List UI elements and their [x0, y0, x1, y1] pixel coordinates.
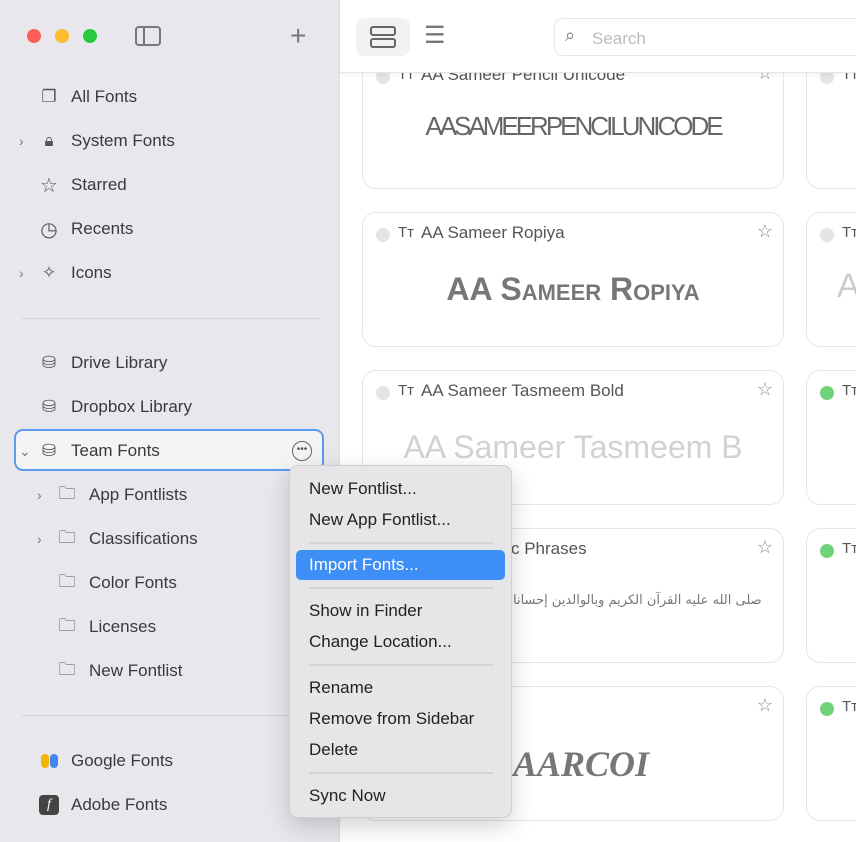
sidebar-item-team-fonts[interactable]: ⌄ ⛁ Team Fonts ••• [0, 433, 340, 469]
sidebar-item-recents[interactable]: ◷ Recents [0, 211, 340, 247]
close-window-button[interactable] [27, 29, 41, 43]
search-icon: ⌕ [565, 25, 576, 45]
menu-separator [309, 772, 493, 774]
lock-icon: 🔒︎ [44, 131, 54, 150]
folder-icon: 🗀 [58, 615, 76, 635]
menu-item-new-app-fontlist[interactable]: New App Fontlist... [296, 505, 505, 535]
divider [22, 318, 320, 319]
menu-separator [309, 664, 493, 666]
font-type-icon: Tт [398, 224, 415, 241]
add-icon[interactable]: + [290, 20, 306, 52]
font-card[interactable]: Tт [806, 686, 856, 821]
sparkles-icon: ✧ [41, 263, 57, 282]
sidebar-item-icons[interactable]: › ✧ Icons [0, 255, 340, 291]
adobe-fonts-icon: f [38, 794, 60, 816]
font-card[interactable]: Tт [806, 528, 856, 663]
activation-toggle[interactable] [376, 386, 390, 400]
chevron-down-icon[interactable]: ⌄ [19, 443, 31, 460]
sidebar-item-system-fonts[interactable]: › 🔒︎ System Fonts [0, 123, 340, 159]
menu-separator [309, 542, 493, 544]
menu-separator [309, 587, 493, 589]
sidebar-toggle-icon[interactable] [135, 26, 161, 46]
menu-item-new-fontlist[interactable]: New Fontlist... [296, 474, 505, 504]
chevron-right-icon[interactable]: › [37, 487, 42, 503]
folder-icon: 🗀 [58, 659, 76, 679]
zoom-window-button[interactable] [83, 29, 97, 43]
menu-item-import-fonts[interactable]: Import Fonts... [296, 550, 505, 580]
chevron-right-icon[interactable]: › [19, 133, 24, 149]
font-type-icon: Tт [842, 382, 856, 399]
grid-view-button[interactable] [356, 18, 410, 56]
folder-icon: 🗀 [58, 527, 76, 547]
sidebar-item-all-fonts[interactable]: ❐ All Fonts [0, 79, 340, 115]
menu-item-change-location[interactable]: Change Location... [296, 627, 505, 657]
menu-item-remove-from-sidebar[interactable]: Remove from Sidebar [296, 704, 505, 734]
sidebar-item-starred[interactable]: ☆ Starred [0, 167, 340, 203]
font-type-icon: Tт [842, 224, 856, 241]
drive-icon: ⛁ [41, 353, 57, 372]
activation-toggle[interactable] [376, 228, 390, 242]
activation-toggle[interactable] [820, 544, 834, 558]
toolbar: ☰ ⌕ Search [340, 0, 856, 73]
font-card[interactable]: Tт AA Sameer Ropiya ☆ AA Sameer Ropiya [362, 212, 784, 347]
font-card[interactable]: Tт AA Sameer Pencil Unicode ☆ AASAMEERPENCI… [362, 54, 784, 189]
font-card[interactable]: Tт [806, 54, 856, 189]
star-icon: ☆ [40, 174, 58, 197]
all-fonts-icon: ❐ [41, 87, 57, 106]
drive-icon: ⛁ [41, 441, 57, 460]
minimize-window-button[interactable] [55, 29, 69, 43]
activation-toggle[interactable] [820, 386, 834, 400]
chevron-right-icon[interactable]: › [37, 531, 42, 547]
star-icon[interactable]: ☆ [757, 221, 773, 242]
star-icon[interactable]: ☆ [757, 537, 773, 558]
star-icon[interactable]: ☆ [757, 379, 773, 400]
activation-toggle[interactable] [820, 702, 834, 716]
google-fonts-icon [38, 750, 60, 772]
clock-icon: ◷ [40, 218, 58, 241]
font-type-icon: Tт [842, 698, 856, 715]
search-input[interactable]: ⌕ Search [554, 18, 856, 56]
menu-item-sync-now[interactable]: Sync Now [296, 781, 505, 811]
menu-item-rename[interactable]: Rename [296, 673, 505, 703]
menu-item-delete[interactable]: Delete [296, 735, 505, 765]
font-type-icon: Tт [398, 382, 415, 399]
list-view-button[interactable]: ☰ [424, 22, 446, 50]
sidebar-item-dropbox-library[interactable]: ⛁ Dropbox Library [0, 389, 340, 425]
divider [22, 715, 320, 716]
folder-icon: 🗀 [58, 483, 76, 503]
font-card[interactable]: Tт A [806, 267, 856, 505]
star-icon[interactable]: ☆ [757, 695, 773, 716]
chevron-right-icon[interactable]: › [19, 265, 24, 281]
drive-icon: ⛁ [41, 397, 57, 416]
menu-item-show-in-finder[interactable]: Show in Finder [296, 596, 505, 626]
more-options-icon[interactable]: ••• [292, 441, 312, 461]
context-menu: New Fontlist... New App Fontlist... Impo… [289, 465, 512, 818]
activation-toggle[interactable] [820, 228, 834, 242]
sidebar-item-drive-library[interactable]: ⛁ Drive Library [0, 345, 340, 381]
folder-icon: 🗀 [58, 571, 76, 591]
font-type-icon: Tт [842, 540, 856, 557]
